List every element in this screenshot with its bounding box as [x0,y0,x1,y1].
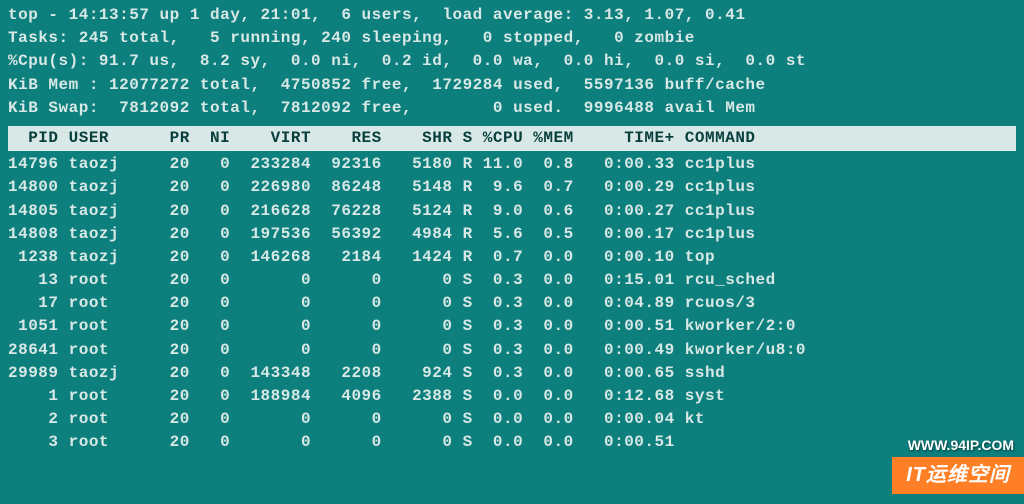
process-row[interactable]: 29989 taozj 20 0 143348 2208 924 S 0.3 0… [8,362,1016,385]
top-swap-line: KiB Swap: 7812092 total, 7812092 free, 0… [8,97,1016,120]
process-list[interactable]: 14796 taozj 20 0 233284 92316 5180 R 11.… [8,153,1016,454]
process-row[interactable]: 1238 taozj 20 0 146268 2184 1424 R 0.7 0… [8,246,1016,269]
process-row[interactable]: 3 root 20 0 0 0 0 S 0.0 0.0 0:00.51 [8,431,1016,454]
top-tasks-line: Tasks: 245 total, 5 running, 240 sleepin… [8,27,1016,50]
top-mem-line: KiB Mem : 12077272 total, 4750852 free, … [8,74,1016,97]
process-row[interactable]: 14796 taozj 20 0 233284 92316 5180 R 11.… [8,153,1016,176]
watermark-url: WWW.94IP.COM [892,433,1024,457]
process-row[interactable]: 14800 taozj 20 0 226980 86248 5148 R 9.6… [8,176,1016,199]
process-row[interactable]: 14805 taozj 20 0 216628 76228 5124 R 9.0… [8,200,1016,223]
process-row[interactable]: 1 root 20 0 188984 4096 2388 S 0.0 0.0 0… [8,385,1016,408]
process-header-row[interactable]: PID USER PR NI VIRT RES SHR S %CPU %MEM … [8,126,1016,151]
watermark: WWW.94IP.COM IT运维空间 [892,433,1024,494]
top-cpu-line: %Cpu(s): 91.7 us, 8.2 sy, 0.0 ni, 0.2 id… [8,50,1016,73]
process-row[interactable]: 17 root 20 0 0 0 0 S 0.3 0.0 0:04.89 rcu… [8,292,1016,315]
top-uptime-line: top - 14:13:57 up 1 day, 21:01, 6 users,… [8,4,1016,27]
process-row[interactable]: 13 root 20 0 0 0 0 S 0.3 0.0 0:15.01 rcu… [8,269,1016,292]
process-row[interactable]: 2 root 20 0 0 0 0 S 0.0 0.0 0:00.04 kt [8,408,1016,431]
process-row[interactable]: 14808 taozj 20 0 197536 56392 4984 R 5.6… [8,223,1016,246]
process-row[interactable]: 1051 root 20 0 0 0 0 S 0.3 0.0 0:00.51 k… [8,315,1016,338]
process-row[interactable]: 28641 root 20 0 0 0 0 S 0.3 0.0 0:00.49 … [8,339,1016,362]
watermark-label: IT运维空间 [892,457,1024,494]
